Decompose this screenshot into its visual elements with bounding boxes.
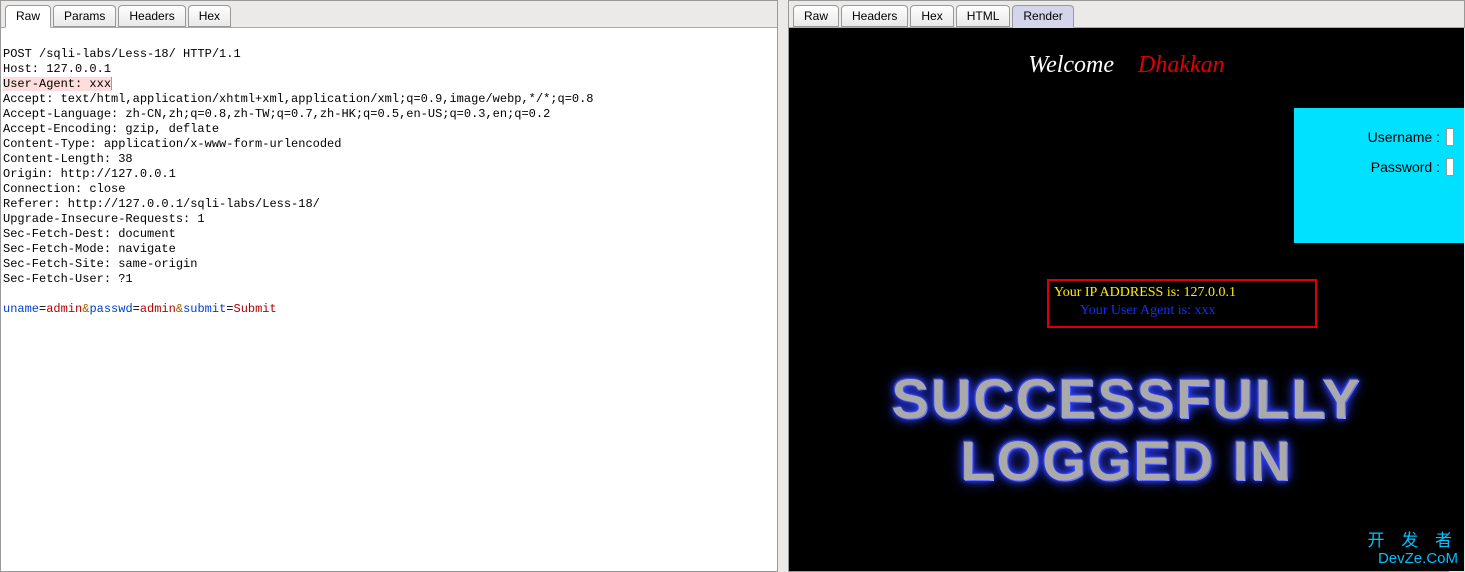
request-line-highlighted: User-Agent: xxx — [3, 77, 111, 91]
request-line: Sec-Fetch-Site: same-origin — [3, 257, 197, 271]
user-agent-line: Your User Agent is: xxx — [1080, 302, 1310, 320]
text-cursor — [111, 77, 112, 90]
username-label: Username : — [1368, 129, 1440, 145]
tab-headers-response[interactable]: Headers — [841, 5, 908, 27]
request-panel: Raw Params Headers Hex POST /sqli-labs/L… — [0, 0, 778, 572]
body-value: admin — [140, 302, 176, 316]
tab-render-response[interactable]: Render — [1012, 5, 1073, 28]
request-line: Connection: close — [3, 182, 125, 196]
welcome-heading: Welcome Dhakkan — [789, 52, 1464, 79]
tab-hex-response[interactable]: Hex — [910, 5, 953, 27]
request-line: Accept-Encoding: gzip, deflate — [3, 122, 219, 136]
tab-hex[interactable]: Hex — [188, 5, 231, 27]
watermark-cn: 开 发 者 — [1368, 532, 1458, 550]
rendered-page: Welcome Dhakkan Username : Password : Yo… — [789, 28, 1464, 571]
request-line: Host: 127.0.0.1 — [3, 62, 111, 76]
tab-params[interactable]: Params — [53, 5, 116, 27]
request-raw-editor[interactable]: POST /sqli-labs/Less-18/ HTTP/1.1 Host: … — [1, 28, 777, 571]
success-line1: SUCCESSFULLY — [789, 368, 1464, 430]
watermark: 开 发 者 DevZe.CoM — [1368, 532, 1458, 568]
ip-address-line: Your IP ADDRESS is: 127.0.0.1 — [1054, 285, 1236, 300]
request-line: Accept: text/html,application/xhtml+xml,… — [3, 92, 594, 106]
request-line: Accept-Language: zh-CN,zh;q=0.8,zh-TW;q=… — [3, 107, 550, 121]
tab-html-response[interactable]: HTML — [956, 5, 1011, 27]
panel-splitter[interactable] — [778, 0, 788, 572]
body-param: uname — [3, 302, 39, 316]
welcome-name: Dhakkan — [1138, 52, 1225, 78]
body-param: submit — [183, 302, 226, 316]
response-panel: Raw Headers Hex HTML Render Welcome Dhak… — [788, 0, 1465, 572]
tab-raw[interactable]: Raw — [5, 5, 51, 28]
body-param: passwd — [89, 302, 132, 316]
tab-raw-response[interactable]: Raw — [793, 5, 839, 27]
request-line: POST /sqli-labs/Less-18/ HTTP/1.1 — [3, 47, 241, 61]
body-value: Submit — [234, 302, 277, 316]
success-banner: SUCCESSFULLY LOGGED IN — [789, 368, 1464, 492]
password-label: Password : — [1371, 159, 1440, 175]
request-line: Sec-Fetch-Mode: navigate — [3, 242, 176, 256]
welcome-text: Welcome — [1028, 52, 1114, 78]
request-line: Sec-Fetch-User: ?1 — [3, 272, 133, 286]
watermark-url: DevZe.CoM — [1368, 550, 1458, 568]
request-line: Referer: http://127.0.0.1/sqli-labs/Less… — [3, 197, 320, 211]
request-line: Content-Type: application/x-www-form-url… — [3, 137, 341, 151]
login-form: Username : Password : — [1294, 108, 1464, 243]
request-line: Sec-Fetch-Dest: document — [3, 227, 176, 241]
body-value: admin — [46, 302, 82, 316]
username-input[interactable] — [1446, 128, 1454, 146]
request-line: Content-Length: 38 — [3, 152, 133, 166]
request-line: Origin: http://127.0.0.1 — [3, 167, 176, 181]
info-box: Your IP ADDRESS is: 127.0.0.1 Your User … — [1047, 279, 1317, 328]
request-line: Upgrade-Insecure-Requests: 1 — [3, 212, 205, 226]
request-tabbar: Raw Params Headers Hex — [1, 1, 777, 28]
success-line2: LOGGED IN — [789, 430, 1464, 492]
password-input[interactable] — [1446, 158, 1454, 176]
response-tabbar: Raw Headers Hex HTML Render — [789, 1, 1464, 28]
tab-headers[interactable]: Headers — [118, 5, 185, 27]
